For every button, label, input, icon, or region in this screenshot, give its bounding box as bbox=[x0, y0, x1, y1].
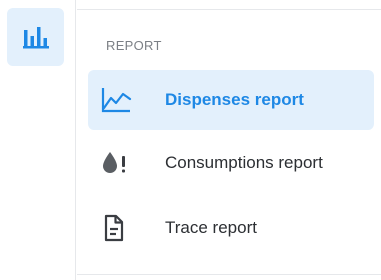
menu-item-trace-report[interactable]: Trace report bbox=[88, 198, 374, 258]
report-menu-panel: REPORT Dispenses report Consumptions rep… bbox=[77, 0, 381, 280]
reports-nav-button[interactable] bbox=[7, 8, 64, 66]
navigation-rail bbox=[0, 0, 76, 280]
menu-item-consumptions-report[interactable]: Consumptions report bbox=[88, 133, 374, 193]
top-divider bbox=[77, 9, 381, 10]
bottom-divider bbox=[77, 274, 381, 275]
menu-item-label: Trace report bbox=[165, 218, 257, 237]
menu-item-label: Dispenses report bbox=[165, 90, 304, 109]
menu-item-label: Consumptions report bbox=[165, 153, 323, 172]
drop-alert-icon bbox=[100, 149, 134, 177]
bar-chart-icon bbox=[22, 27, 49, 49]
document-icon bbox=[100, 214, 134, 242]
section-title: REPORT bbox=[106, 38, 162, 53]
menu-item-dispenses-report[interactable]: Dispenses report bbox=[88, 70, 374, 130]
line-chart-icon bbox=[100, 86, 134, 114]
